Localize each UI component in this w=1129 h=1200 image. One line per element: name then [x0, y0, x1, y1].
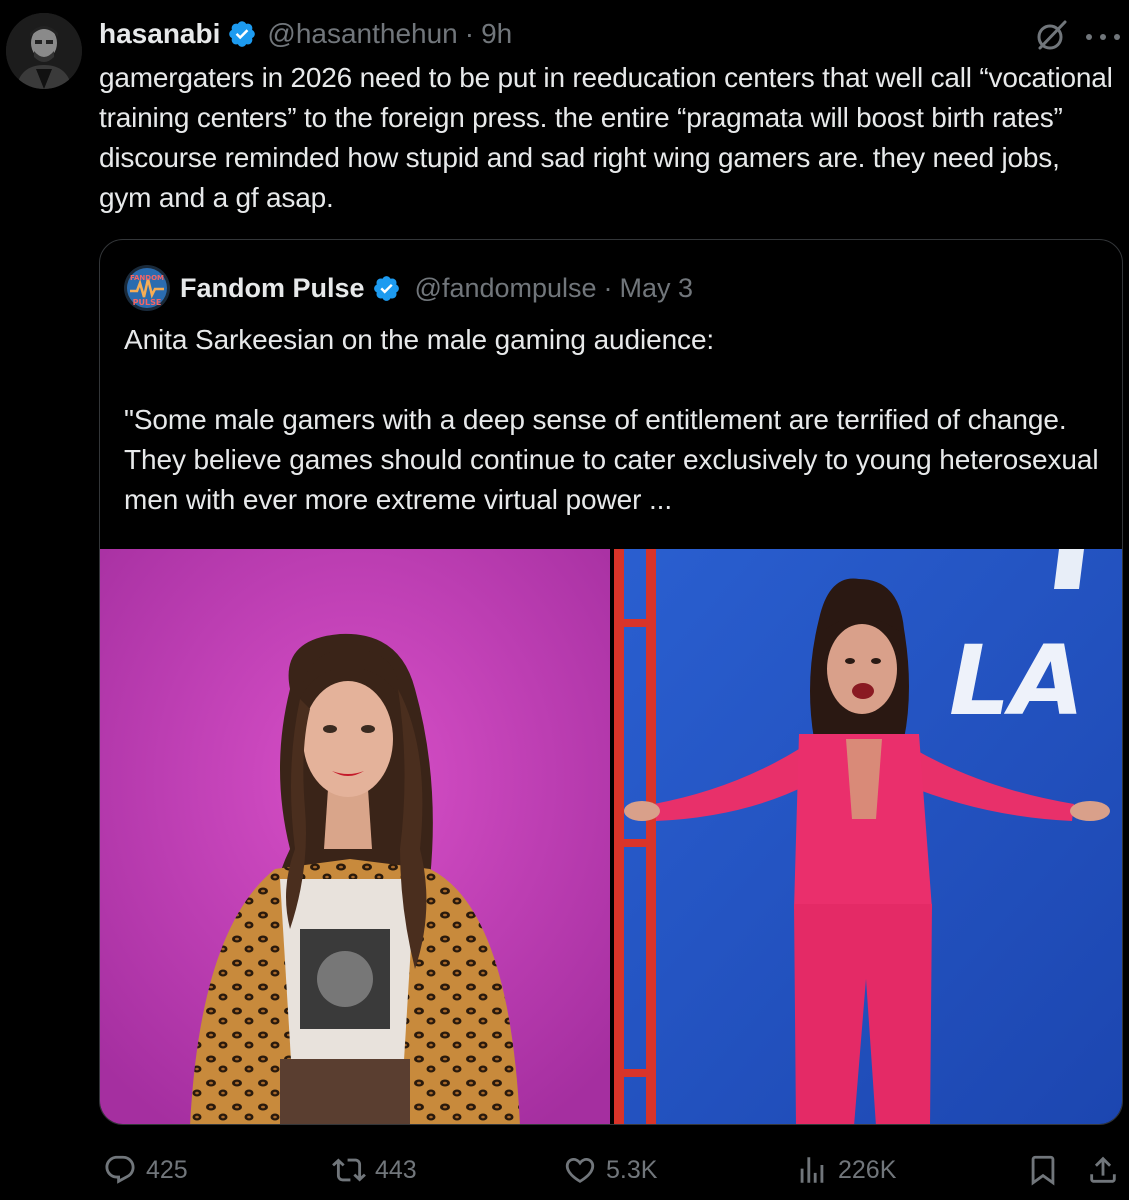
like-count: 5.3K [606, 1155, 658, 1184]
tweet-text: gamergaters in 2026 need to be put in re… [99, 62, 1113, 213]
verified-badge-icon [373, 275, 399, 301]
timestamp[interactable]: 9h [481, 18, 512, 50]
svg-text:PULSE: PULSE [133, 298, 162, 307]
photo-left[interactable] [100, 549, 610, 1124]
share-button[interactable] [1086, 1150, 1120, 1190]
views-count: 226K [838, 1155, 897, 1184]
verified-badge-icon [229, 21, 256, 47]
repost-icon [332, 1158, 366, 1182]
quote-author-handle[interactable]: @fandompulse [415, 273, 597, 304]
bookmark-icon [1031, 1155, 1055, 1186]
background-sign-text: LA [949, 625, 1084, 737]
bookmark-button[interactable] [1026, 1150, 1060, 1190]
quote-tweet[interactable]: FANDOM PULSE Fandom Pulse @fandompulse ·… [99, 239, 1123, 1125]
more-icon[interactable] [1086, 22, 1120, 52]
quote-header: FANDOM PULSE Fandom Pulse @fandompulse ·… [124, 265, 694, 311]
quote-avatar[interactable]: FANDOM PULSE [124, 265, 170, 311]
tweet-header: hasanabi @hasanthehun · 9h [99, 14, 512, 54]
author-name[interactable]: hasanabi [99, 18, 220, 50]
share-icon [1090, 1156, 1116, 1183]
photo-right[interactable]: LA [614, 549, 1122, 1124]
like-button[interactable]: 5.3K [563, 1150, 657, 1190]
quote-text: Anita Sarkeesian on the male gaming audi… [124, 324, 1099, 515]
like-icon [565, 1157, 595, 1183]
action-bar: 425 443 5.3K 226K [0, 1140, 1129, 1198]
grok-icon[interactable] [1033, 18, 1069, 54]
quote-author-name[interactable]: Fandom Pulse [180, 273, 365, 304]
quote-timestamp[interactable]: May 3 [620, 273, 694, 304]
views-icon [800, 1157, 824, 1183]
reply-button[interactable]: 425 [103, 1150, 188, 1190]
separator-dot: · [464, 18, 475, 49]
repost-count: 443 [375, 1155, 417, 1184]
media-grid: LA [100, 549, 1122, 1124]
repost-button[interactable]: 443 [332, 1150, 417, 1190]
reply-count: 425 [146, 1155, 188, 1184]
avatar[interactable] [6, 13, 82, 89]
separator-dot: · [603, 272, 613, 303]
views-button[interactable]: 226K [795, 1150, 896, 1190]
reply-icon [105, 1155, 135, 1184]
svg-text:FANDOM: FANDOM [130, 274, 164, 282]
author-handle[interactable]: @hasanthehun [267, 18, 457, 50]
